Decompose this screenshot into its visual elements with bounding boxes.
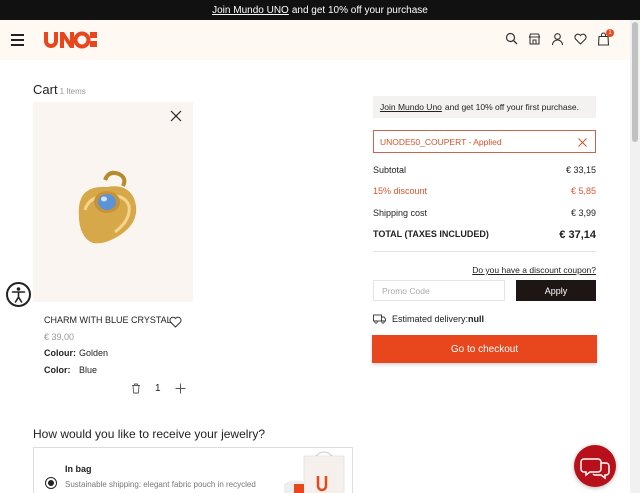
promo-code-input[interactable] xyxy=(373,280,505,301)
page-scrollbar[interactable] xyxy=(630,20,640,493)
cart-title: Cart xyxy=(33,82,58,97)
quantity-stepper: 1 xyxy=(131,383,186,394)
site-header: 1 xyxy=(0,20,630,60)
applied-coupon-text: UNODE50_COUPERT - Applied xyxy=(380,136,502,147)
total-label: TOTAL (TAXES INCLUDED) xyxy=(373,229,489,239)
total-row: TOTAL (TAXES INCLUDED) € 37,14 xyxy=(373,229,596,241)
delivery-value: null xyxy=(468,314,485,324)
scrollbar-thumb[interactable] xyxy=(632,22,638,142)
chat-button[interactable] xyxy=(574,445,616,487)
discount-coupon-link[interactable]: Do you have a discount coupon? xyxy=(470,265,596,275)
product-name[interactable]: CHARM WITH BLUE CRYSTAL xyxy=(44,315,172,325)
discount-label: 15% discount xyxy=(373,186,428,196)
cart-item-count: 1 Items xyxy=(59,87,86,96)
product-image[interactable] xyxy=(33,102,193,302)
promo-top-bar: Join Mundo UNO and get 10% off your purc… xyxy=(0,0,640,20)
shipping-row: Shipping cost € 3,99 xyxy=(373,208,596,218)
apply-promo-button[interactable]: Apply xyxy=(516,280,596,301)
color-value: Blue xyxy=(79,365,98,375)
chat-bubbles-icon xyxy=(580,458,610,480)
accessibility-button[interactable] xyxy=(6,282,31,307)
in-bag-radio[interactable] xyxy=(45,477,57,489)
cart-bag-button[interactable]: 1 xyxy=(597,29,614,46)
shipping-option-title: In bag xyxy=(65,464,92,474)
join-mundo-uno-banner: Join Mundo Uno and get 10% off your firs… xyxy=(373,96,596,118)
colour-label: Colour: xyxy=(44,348,76,358)
product-colour: Colour: Golden xyxy=(44,348,108,358)
menu-icon[interactable] xyxy=(11,34,24,46)
promo-top-text: and get 10% off your purchase xyxy=(291,4,428,16)
receive-jewelry-heading: How would you like to receive your jewel… xyxy=(33,427,266,441)
remove-coupon-close-icon[interactable] xyxy=(578,138,587,147)
charm-image xyxy=(78,170,137,244)
wishlist-heart-icon[interactable] xyxy=(574,32,587,46)
discount-value: € 5,85 xyxy=(570,186,596,196)
color-label: Color: xyxy=(44,365,71,375)
summary-divider xyxy=(373,251,596,252)
accessibility-icon xyxy=(11,287,26,303)
delivery-label: Estimated delivery: xyxy=(392,314,469,324)
shipping-option-description: Sustainable shipping: elegant fabric pou… xyxy=(65,480,256,489)
join-mundo-uno-summary-link[interactable]: Join Mundo Uno xyxy=(380,102,442,112)
shipping-value: € 3,99 xyxy=(570,208,596,218)
product-color: Color: Blue xyxy=(44,365,97,375)
join-banner-text: and get 10% off your first purchase. xyxy=(444,102,579,112)
subtotal-row: Subtotal € 33,15 xyxy=(373,165,596,175)
plus-icon[interactable] xyxy=(175,383,186,394)
shipping-option-in-bag[interactable]: In bag Sustainable shipping: elegant fab… xyxy=(33,447,353,493)
uno-de-50-logo[interactable] xyxy=(42,29,98,51)
add-to-wishlist-heart-icon[interactable] xyxy=(169,316,182,328)
subtotal-label: Subtotal xyxy=(373,165,407,175)
trash-icon[interactable] xyxy=(131,383,141,394)
estimated-delivery: Estimated delivery:null xyxy=(373,314,484,324)
store-icon[interactable] xyxy=(528,32,541,46)
gift-bag-image xyxy=(284,451,345,493)
applied-coupon: UNODE50_COUPERT - Applied xyxy=(373,130,596,153)
go-to-checkout-button[interactable]: Go to checkout xyxy=(372,335,597,363)
search-icon[interactable] xyxy=(505,32,518,46)
user-icon[interactable] xyxy=(551,32,564,46)
product-price: € 39,00 xyxy=(44,332,75,342)
colour-value: Golden xyxy=(79,348,109,358)
total-value: € 37,14 xyxy=(559,229,596,241)
quantity-value: 1 xyxy=(155,383,161,394)
subtotal-value: € 33,15 xyxy=(565,165,596,175)
delivery-truck-icon xyxy=(373,314,386,324)
discount-row: 15% discount € 5,85 xyxy=(373,186,596,196)
cart-count-badge: 1 xyxy=(606,29,614,37)
join-mundo-uno-link[interactable]: Join Mundo UNO xyxy=(212,5,289,16)
remove-item-close-icon[interactable] xyxy=(170,110,182,122)
cart-heading: Cart 1 Items xyxy=(33,82,86,97)
shipping-label: Shipping cost xyxy=(373,208,428,218)
